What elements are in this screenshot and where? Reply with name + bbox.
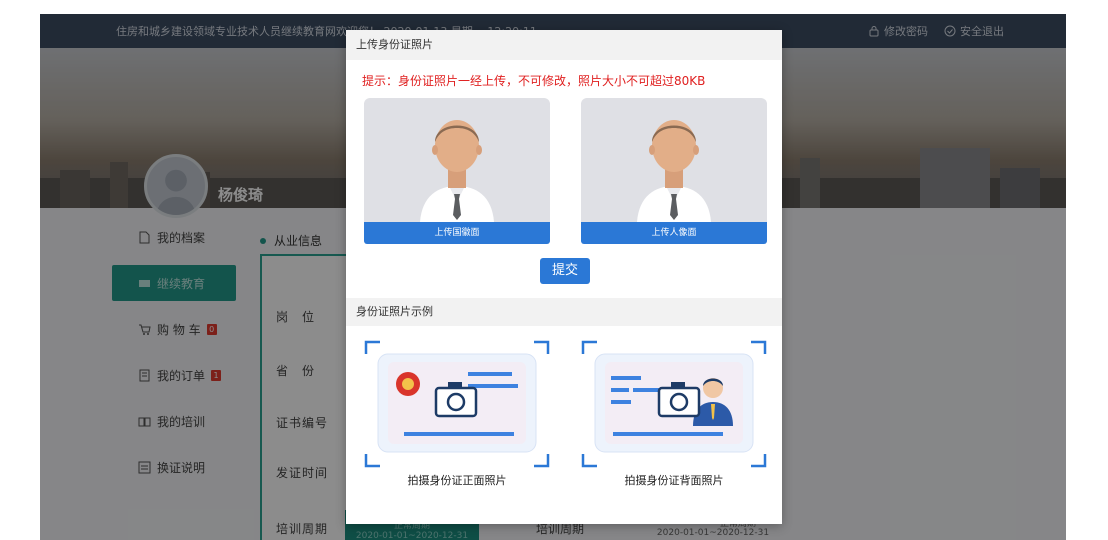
upload-id-modal: 上传身份证照片 提示：身份证照片一经上传，不可修改，照片大小不可超过80KB 上…: [346, 30, 782, 524]
person-placeholder-icon: [420, 120, 494, 222]
modal-title: 上传身份证照片: [346, 30, 782, 60]
upload-emblem-button[interactable]: 上传国徽面: [364, 222, 550, 244]
camera-icon: [434, 382, 478, 418]
page-margin-left: [0, 0, 40, 540]
person-placeholder-icon: [637, 120, 711, 222]
sample-section-title: 身份证照片示例: [346, 298, 782, 326]
camera-icon: [657, 382, 701, 418]
submit-button[interactable]: 提交: [540, 258, 590, 284]
page-margin-right: [1066, 0, 1108, 540]
sample-front-image: [364, 340, 550, 468]
upload-tip: 提示：身份证照片一经上传，不可修改，照片大小不可超过80KB: [362, 74, 706, 88]
sample-back-caption: 拍摄身份证背面照片: [624, 474, 724, 487]
portrait-photo-placeholder[interactable]: [581, 98, 767, 222]
sample-front-caption: 拍摄身份证正面照片: [407, 474, 507, 487]
emblem-photo-placeholder[interactable]: [364, 98, 550, 222]
page-margin-top: [0, 0, 1108, 14]
upload-portrait-button[interactable]: 上传人像面: [581, 222, 767, 244]
sample-back-image: [581, 340, 767, 468]
